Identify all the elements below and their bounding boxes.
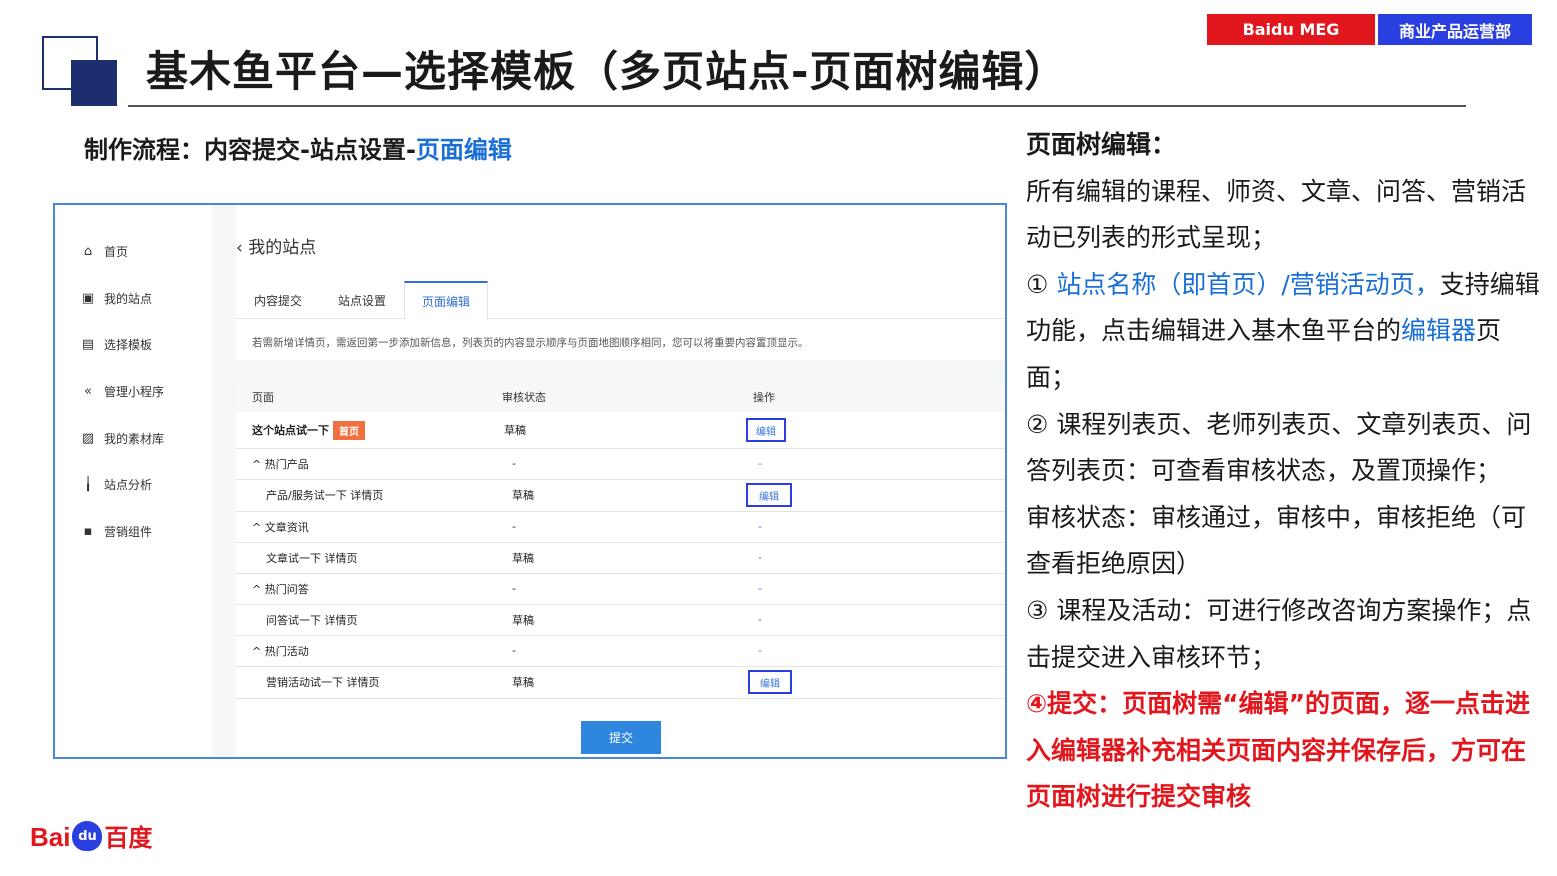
highlight-text: 编辑器 [1401,316,1477,346]
baidu-logo: Bai du 百度 [30,818,152,853]
template-icon: ▤ [81,337,95,352]
sidebar-item-label: 选择模板 [104,338,153,352]
content-panel: ‹ 我的站点 内容提交 站点设置 页面编辑 若需新增详情页，需返回第一步添加新信… [236,205,1005,757]
step-number: ① [1026,269,1057,299]
app-screenshot: ⌂ 首页 ▣ 我的站点 ▤ 选择模板 « 管理小程序 ▨ 我的素材库 ╽ 站点分… [53,203,1007,759]
sidebar-item-label: 我的站点 [104,292,153,306]
title-divider [128,105,1466,107]
sidebar-item-label: 营销组件 [104,525,153,539]
explanation-paragraph: 所有编辑的课程、师资、文章、问答、营销活动已列表的形式呈现； [1026,176,1527,253]
edit-button[interactable]: 编辑 [748,670,792,694]
action-placeholder: - [758,613,762,626]
monitor-icon: ▣ [81,291,95,306]
page-name: 营销活动试一下 详情页 [266,676,380,689]
action-placeholder: - [758,551,762,564]
sidebar-item-analytics[interactable]: ╽ 站点分析 [80,476,152,493]
image-icon: ▨ [81,431,95,446]
process-subtitle: 制作流程：内容提交-站点设置-页面编辑 [84,130,512,165]
explanation-heading: 页面树编辑： [1026,130,1177,159]
explanation-warning: ④提交：页面树需“编辑”的页面，逐一点击进入编辑器补充相关页面内容并保存后，方可… [1026,689,1531,812]
page-name: 问答试一下 详情页 [266,613,358,627]
edit-button[interactable]: 编辑 [746,483,792,507]
status-text: 草稿 [504,424,526,437]
sidebar-item-components[interactable]: ▪ 营销组件 [80,523,152,540]
column-header-action: 操作 [753,391,775,404]
group-name: ^ 热门问答 [252,582,309,596]
status-text: 草稿 [512,551,534,565]
homepage-badge: 首页 [333,420,365,440]
status-text: 草稿 [512,613,534,627]
explanation-paragraph: ③ 课程及活动：可进行修改咨询方案操作；点击提交进入审核环节； [1026,595,1532,672]
sidebar-item-mini-program[interactable]: « 管理小程序 [80,383,164,400]
explanation-paragraph: 审核状态：审核通过，审核中，审核拒绝（可查看拒绝原因） [1026,502,1527,579]
table-row: ^ 文章资讯 - - [236,511,1005,543]
group-name: ^ 热门产品 [252,457,309,471]
page-name: 文章试一下 详情页 [266,551,358,565]
explanation-paragraph: ② 课程列表页、老师列表页、文章列表页、问答列表页：可查看审核状态，及置顶操作； [1026,409,1532,486]
sidebar-item-templates[interactable]: ▤ 选择模板 [80,336,152,353]
status-text: 草稿 [512,489,534,502]
group-name: ^ 文章资讯 [252,520,309,534]
subtitle-highlight: 页面编辑 [415,136,512,164]
submit-button[interactable]: 提交 [581,721,661,754]
spacer-bar [236,360,1005,382]
action-placeholder: - [758,457,762,470]
sidebar-item-label: 站点分析 [104,478,153,492]
notice-text: 若需新增详情页，需返回第一步添加新信息，列表页的内容显示顺序与页面地图顺序相同，… [252,337,809,349]
sidebar-item-label: 管理小程序 [104,385,165,399]
status-text: - [512,457,516,470]
table-row: 产品/服务试一下 详情页 草稿 编辑 [236,479,1005,512]
table-row: 问答试一下 详情页 草稿 - [236,604,1005,636]
status-text: 草稿 [512,676,534,689]
sidebar-item-home[interactable]: ⌂ 首页 [80,243,128,260]
component-icon: ▪ [83,524,93,539]
table-row: ^ 热门产品 - - [236,448,1005,480]
edit-button[interactable]: 编辑 [746,418,786,442]
chevron-left-icon: ‹ [236,238,249,258]
brand-tag-department: 商业产品运营部 [1378,14,1532,45]
explanation-text: 页面树编辑： 所有编辑的课程、师资、文章、问答、营销活动已列表的形式呈现； ① … [1026,122,1546,821]
title-decoration-fill [71,60,117,106]
home-icon: ⌂ [83,244,93,259]
status-text: - [512,520,516,533]
table-row: 文章试一下 详情页 草稿 - [236,542,1005,574]
action-placeholder: - [758,520,762,533]
table-row: ^ 热门问答 - - [236,573,1005,605]
tab-content-submit[interactable]: 内容提交 [236,281,320,319]
action-placeholder: - [758,644,762,657]
group-name: ^ 热门活动 [252,644,309,658]
back-link-label: 我的站点 [248,238,317,258]
page-name: 产品/服务试一下 详情页 [266,489,384,502]
status-text: - [512,582,516,595]
logo-text-bai: Bai [30,822,71,852]
status-text: - [512,644,516,657]
table-row: 这个站点试一下 首页 草稿 编辑 [236,412,1005,449]
column-header-page: 页面 [252,391,274,404]
tab-site-settings[interactable]: 站点设置 [320,281,404,319]
tab-page-edit[interactable]: 页面编辑 [404,281,488,319]
sidebar: ⌂ 首页 ▣ 我的站点 ▤ 选择模板 « 管理小程序 ▨ 我的素材库 ╽ 站点分… [55,205,212,757]
sidebar-item-my-sites[interactable]: ▣ 我的站点 [80,290,152,307]
logo-text-du: du [78,828,97,844]
slide-title: 基木鱼平台—选择模板（多页站点-页面树编辑） [146,47,1068,96]
sidebar-item-label: 首页 [104,245,129,259]
highlight-text: 站点名称（即首页）/营销活动页， [1056,269,1440,299]
code-icon: « [84,384,92,399]
sidebar-item-label: 我的素材库 [104,432,165,446]
column-header-status: 审核状态 [502,391,546,404]
page-name: 这个站点试一下 [252,424,329,437]
logo-text-cn: 百度 [104,824,153,852]
subtitle-prefix: 制作流程：内容提交-站点设置- [84,136,416,164]
table-row: 营销活动试一下 详情页 草稿 编辑 [236,666,1005,699]
chart-icon: ╽ [84,477,92,492]
table-row: ^ 热门活动 - - [236,635,1005,667]
action-placeholder: - [758,582,762,595]
brand-tag-baidu-meg: Baidu MEG [1207,14,1375,45]
table-header: 页面 审核状态 操作 [236,382,1005,412]
explanation-paragraph: ① 站点名称（即首页）/营销活动页，支持编辑功能，点击编辑进入基木鱼平台的编辑器… [1026,262,1546,402]
back-link[interactable]: ‹ 我的站点 [236,233,316,258]
sidebar-item-assets[interactable]: ▨ 我的素材库 [80,430,164,447]
paw-icon: du [72,821,103,851]
